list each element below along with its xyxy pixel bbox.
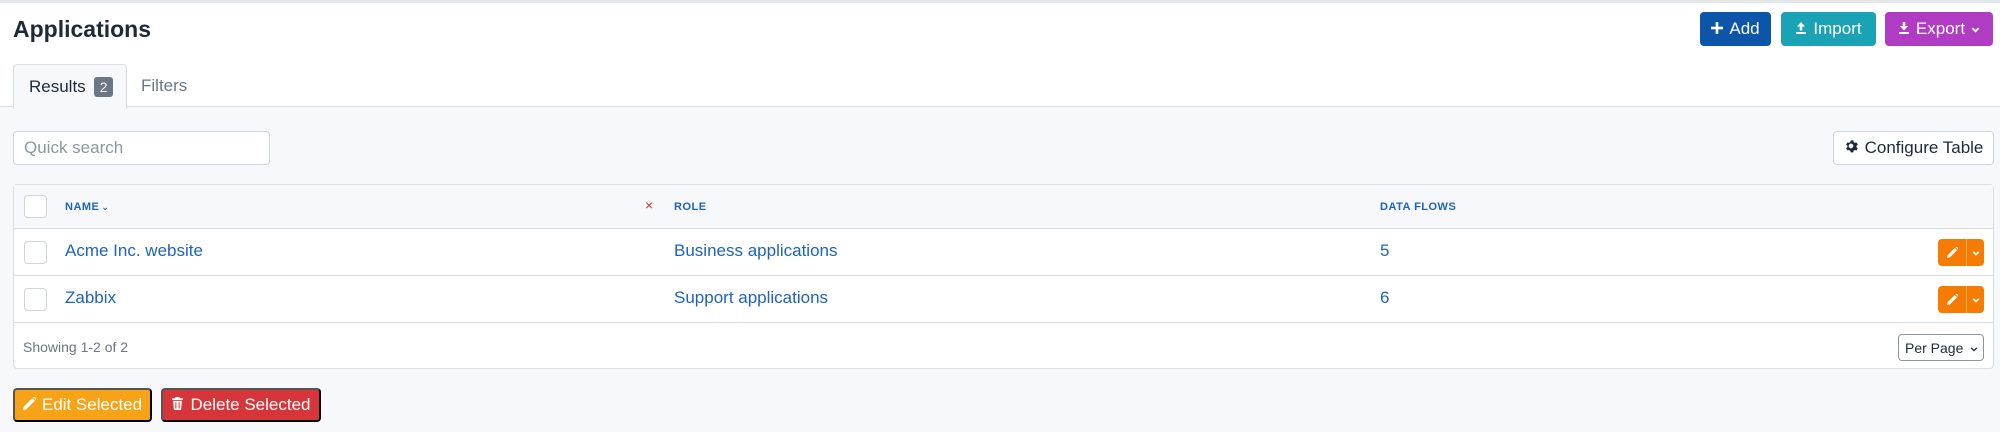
results-table: NAME ⌄ × ROLE DATA FLOWS Acme Inc. websit…	[13, 184, 1994, 369]
results-count-badge: 2	[93, 77, 114, 97]
row-data-flows-link[interactable]: 6	[1380, 288, 1389, 308]
chevron-down-icon	[1970, 340, 1978, 356]
tab-filters-label: Filters	[141, 76, 188, 95]
column-header-name-label: NAME	[65, 201, 100, 213]
gear-icon	[1844, 138, 1858, 158]
sort-chevron-icon: ⌄	[101, 202, 110, 212]
row-edit-button[interactable]	[1938, 286, 1984, 313]
export-button-label: Export	[1915, 19, 1966, 38]
import-button-label: Import	[1813, 19, 1862, 38]
pencil-icon	[1938, 239, 1967, 266]
pencil-icon	[22, 395, 37, 415]
export-button[interactable]: Export	[1885, 12, 1993, 46]
chevron-down-icon	[1971, 19, 1980, 39]
chevron-down-icon	[1967, 249, 1984, 257]
row-role-link[interactable]: Support applications	[674, 288, 828, 308]
per-page-label: Per Page	[1905, 339, 1964, 356]
select-all-checkbox[interactable]	[24, 195, 47, 218]
upload-icon	[1795, 19, 1807, 39]
table-footer: Showing 1-2 of 2 Per Page	[14, 323, 1993, 369]
row-edit-button[interactable]	[1938, 239, 1984, 266]
row-checkbox[interactable]	[24, 288, 47, 311]
configure-table-button[interactable]: Configure Table	[1833, 131, 1994, 165]
row-name-link[interactable]: Acme Inc. website	[65, 241, 203, 261]
pagination-summary: Showing 1-2 of 2	[23, 339, 129, 355]
table-header-row: NAME ⌄ × ROLE DATA FLOWS	[14, 185, 1993, 229]
column-header-name[interactable]: NAME ⌄	[65, 201, 109, 213]
quick-search-input[interactable]	[13, 131, 270, 165]
add-button-label: Add	[1729, 19, 1760, 38]
delete-selected-button[interactable]: Delete Selected	[161, 388, 321, 422]
table-row: Acme Inc. website Business applications …	[14, 229, 1993, 276]
delete-selected-label: Delete Selected	[190, 395, 311, 414]
table-row: Zabbix Support applications 6	[14, 276, 1993, 323]
row-role-link[interactable]: Business applications	[674, 241, 837, 261]
row-data-flows-link[interactable]: 5	[1380, 241, 1389, 261]
tab-filters[interactable]: Filters	[129, 64, 199, 108]
page-header: Applications Add Import Export Results 2…	[0, 3, 2000, 109]
plus-icon	[1711, 19, 1724, 39]
row-name-link[interactable]: Zabbix	[65, 288, 116, 308]
per-page-select[interactable]: Per Page	[1898, 334, 1984, 361]
chevron-down-icon	[1967, 296, 1984, 304]
edit-selected-button[interactable]: Edit Selected	[13, 388, 152, 422]
tab-results[interactable]: Results 2	[13, 64, 127, 109]
add-button[interactable]: Add	[1700, 12, 1771, 46]
page-title: Applications	[13, 16, 152, 42]
download-icon	[1898, 19, 1910, 39]
configure-table-label: Configure Table	[1864, 138, 1984, 157]
column-header-data-flows[interactable]: DATA FLOWS	[1380, 201, 1456, 213]
import-button[interactable]: Import	[1781, 12, 1876, 46]
tab-results-label: Results	[29, 77, 86, 96]
edit-selected-label: Edit Selected	[41, 395, 143, 414]
pencil-icon	[1938, 286, 1967, 313]
row-checkbox[interactable]	[24, 241, 47, 264]
trash-icon	[171, 395, 184, 415]
column-header-role[interactable]: ROLE	[674, 201, 707, 213]
clear-sort-icon[interactable]: ×	[645, 197, 653, 213]
